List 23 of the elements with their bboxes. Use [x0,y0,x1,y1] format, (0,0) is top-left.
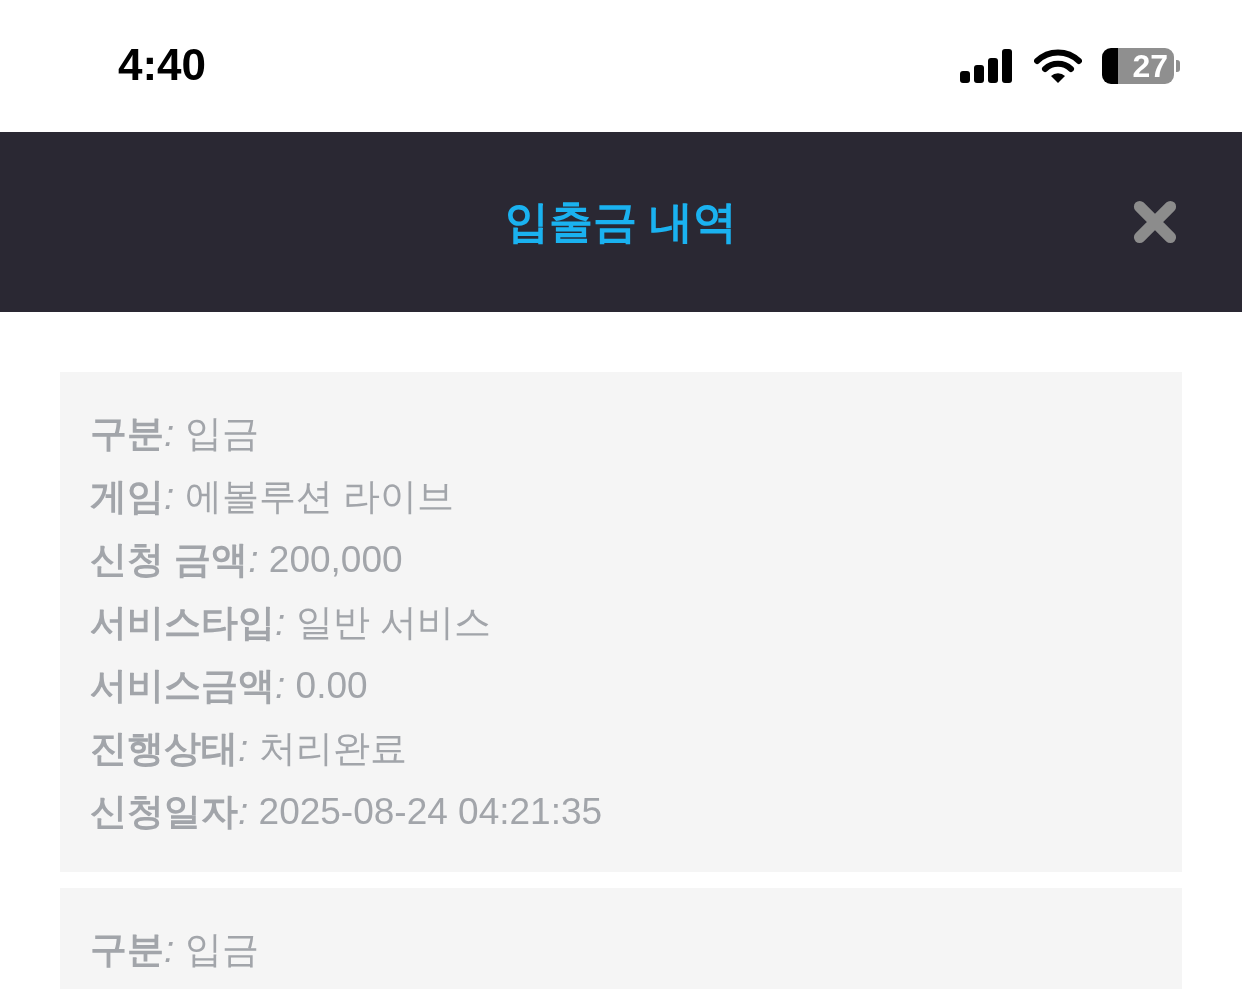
field-value: : 2025-08-24 04:21:35 [238,790,603,833]
field-label: 신청 금액 [90,537,249,582]
field-label: 신청일자 [90,789,238,834]
field-label: 진행상태 [90,726,238,771]
close-icon [1132,199,1178,245]
field-value: : 처리완료 [238,726,407,771]
field-value: : 일반 서비스 [275,600,491,645]
field-label: 구분 [90,927,164,972]
field-value: : 에볼루션 라이브 [164,474,454,519]
close-button[interactable] [1132,199,1178,245]
field-label: 서비스금액 [90,663,275,708]
field-label: 서비스타입 [90,600,275,645]
field-label: 게임 [90,474,164,519]
status-time: 4:40 [118,43,207,87]
field-value: : 입금 [164,927,259,972]
field-value: : 200,000 [248,538,403,581]
field-value: : 0.00 [275,664,368,707]
page-title: 입출금 내역 [504,195,738,248]
battery-percent: 27 [1132,50,1168,82]
wifi-icon [1034,49,1082,83]
field-value: : 입금 [164,411,259,456]
field-label: 구분 [90,411,164,456]
signal-icon [960,49,1014,83]
